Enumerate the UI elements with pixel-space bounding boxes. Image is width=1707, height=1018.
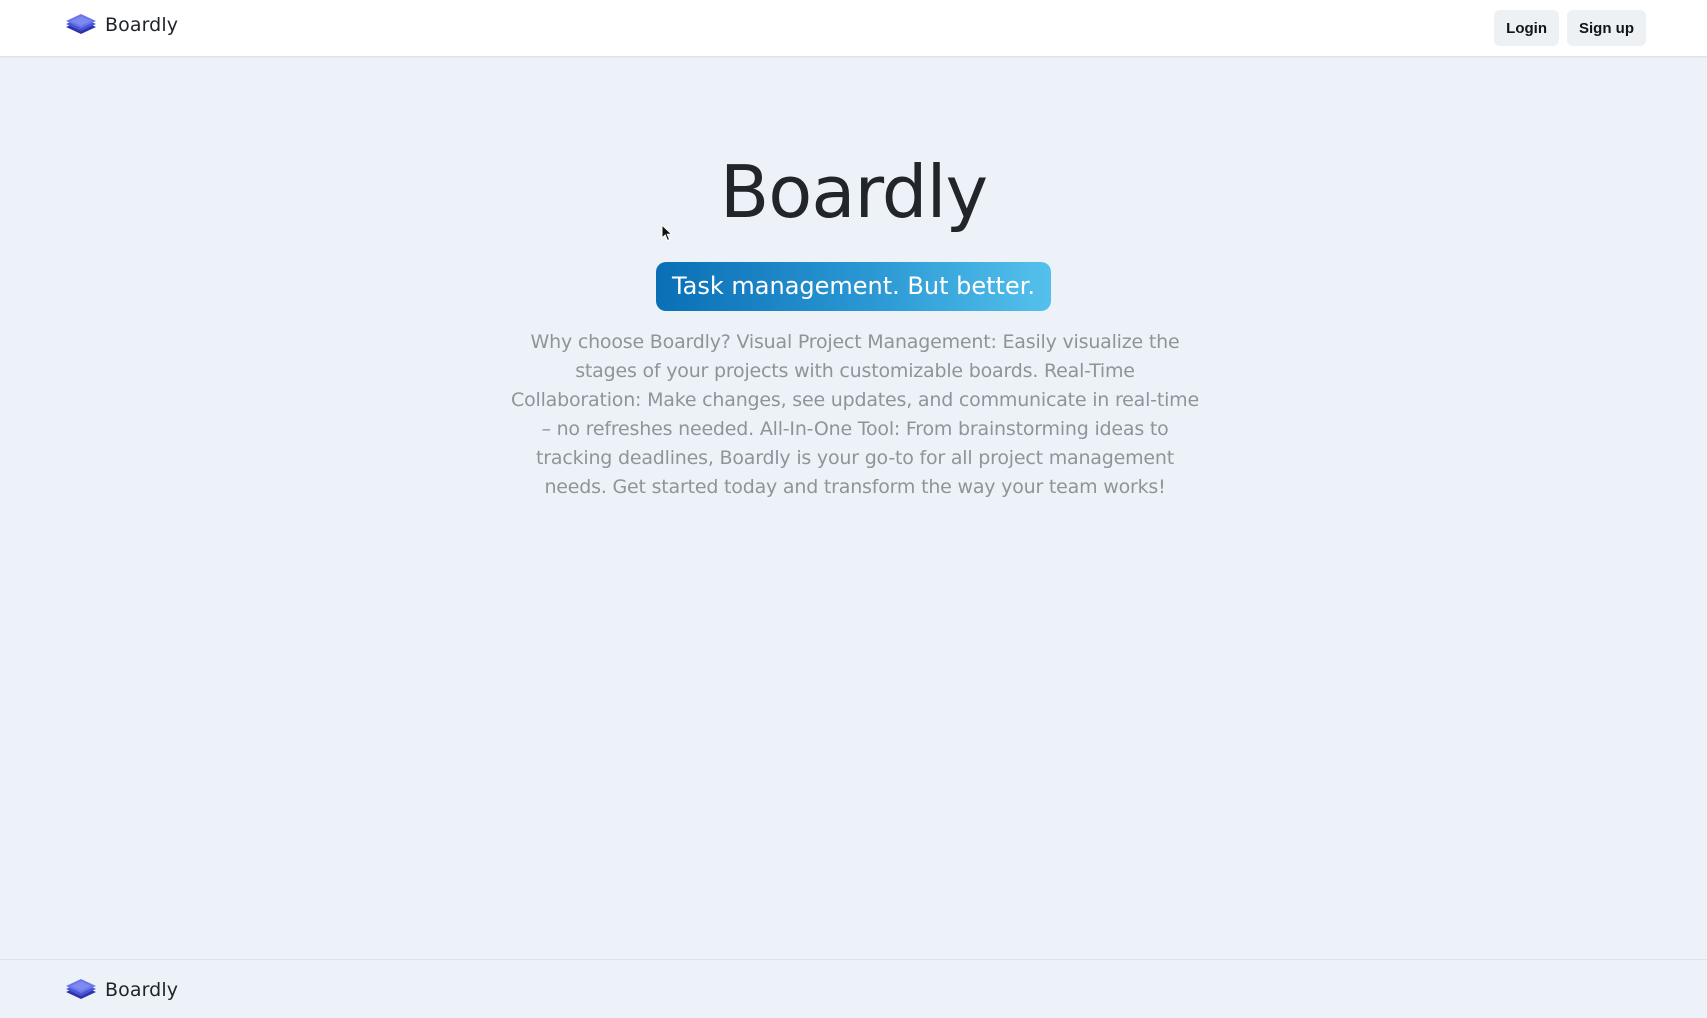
page-footer: Boardly [0, 959, 1707, 1018]
top-navbar: Boardly Login Sign up [0, 0, 1707, 57]
nav-actions: Login Sign up [1494, 10, 1646, 46]
hero-title: Boardly [719, 150, 988, 234]
signup-button[interactable]: Sign up [1567, 10, 1646, 46]
stacked-layers-icon [65, 12, 97, 38]
tagline-badge: Task management. But better. [655, 262, 1052, 311]
stacked-layers-icon [65, 977, 97, 1003]
hero-description: Why choose Boardly? Visual Project Manag… [511, 331, 1199, 498]
login-button[interactable]: Login [1494, 10, 1559, 46]
brand-logo-link[interactable]: Boardly [65, 12, 178, 38]
brand-name: Boardly [105, 14, 179, 36]
footer-brand-name: Boardly [105, 979, 179, 1001]
footer-brand-link[interactable]: Boardly [65, 977, 178, 1003]
tagline-container: Task management. But better. [0, 262, 1707, 311]
